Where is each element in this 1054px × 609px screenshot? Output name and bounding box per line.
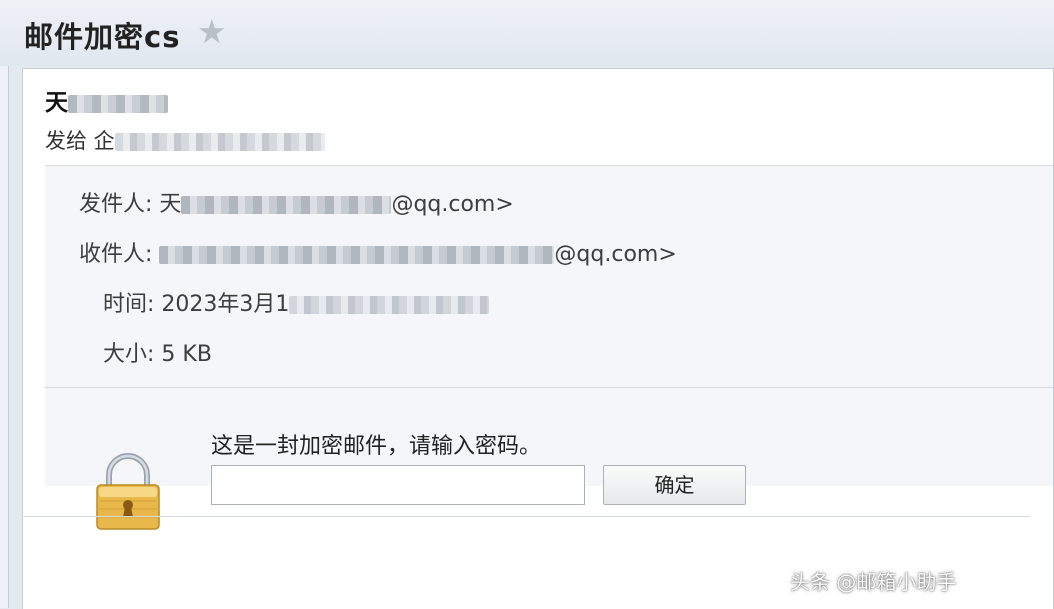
redacted-time — [289, 296, 490, 314]
to-label: 收件人: — [79, 242, 153, 267]
redacted-recipient — [114, 133, 325, 151]
star-icon[interactable]: ★ — [197, 12, 227, 51]
time-row: 时间: 2023年3月1 — [103, 286, 490, 318]
mail-details: 发件人: 天 @qq.com> 收件人: @qq.com> 时间: 2023年3月… — [45, 165, 1053, 486]
watermark: 头条 @邮箱小助手 — [790, 570, 957, 594]
redacted-receiver — [159, 246, 555, 264]
sent-to-prefix: 发给 企 — [45, 129, 115, 153]
encryption-prompt: 这是一封加密邮件，请输入密码。 — [211, 434, 542, 459]
from-suffix[interactable]: @qq.com> — [391, 192, 513, 217]
window-title: 邮件加密cs — [24, 20, 181, 54]
size-label: 大小: — [103, 342, 155, 367]
bottom-divider — [22, 516, 1030, 517]
from-row: 发件人: 天 @qq.com> — [79, 186, 514, 218]
from-lead: 天 — [159, 192, 182, 217]
mail-subject: 天 — [45, 83, 168, 117]
details-divider — [45, 387, 1053, 388]
time-label: 时间: — [103, 292, 155, 317]
confirm-button[interactable]: 确定 — [603, 465, 746, 505]
subject-text: 天 — [45, 90, 68, 116]
lock-icon — [96, 453, 160, 530]
from-label: 发件人: — [79, 192, 153, 217]
to-suffix[interactable]: @qq.com> — [554, 242, 676, 267]
sent-to-line: 发给 企 — [45, 125, 325, 155]
time-value: 2023年3月1 — [161, 292, 290, 317]
size-row: 大小: 5 KB — [103, 336, 212, 368]
redacted-sender — [181, 196, 392, 214]
password-input[interactable] — [211, 465, 585, 505]
left-edge — [0, 66, 9, 608]
size-value: 5 KB — [161, 342, 212, 367]
to-row: 收件人: @qq.com> — [79, 236, 677, 268]
redacted-subject — [68, 94, 168, 113]
mail-panel: 天 发给 企 发件人: 天 @qq.com> 收件人: @qq.com> 时间: … — [22, 68, 1054, 609]
title-bar: 邮件加密cs ★ — [0, 0, 1054, 66]
